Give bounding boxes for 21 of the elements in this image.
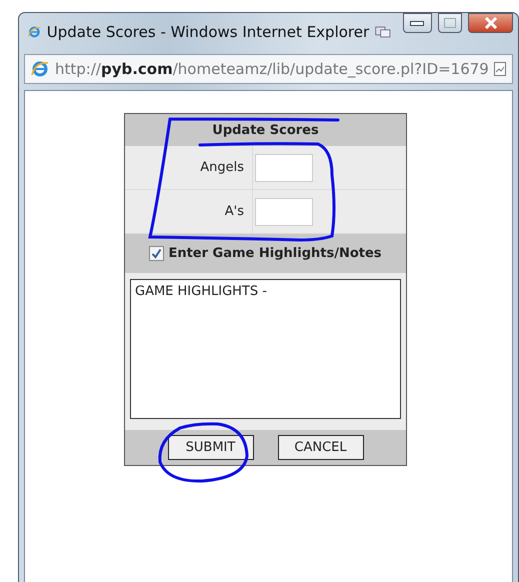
team-label: Angels (200, 160, 245, 175)
notes-field[interactable]: GAME HIGHLIGHTS - (130, 279, 401, 419)
maximize-button[interactable] (438, 13, 462, 33)
maximize-icon (444, 18, 456, 28)
submit-button[interactable]: SUBMIT (168, 435, 254, 460)
window-title: Update Scores - Windows Internet Explorer (46, 23, 370, 41)
close-button[interactable] (468, 13, 513, 33)
minimize-button[interactable] (402, 13, 432, 33)
window-thumbnail-icon (375, 24, 391, 40)
score-field[interactable] (255, 198, 313, 226)
browser-logo-icon (31, 60, 49, 78)
checkbox-label: Enter Game Highlights/Notes (168, 246, 382, 261)
page-icon (494, 62, 506, 76)
address-bar[interactable]: http://pyb.com/hometeamz/lib/update_score.pl?ID=1679 (24, 54, 513, 84)
highlights-checkbox[interactable] (149, 246, 164, 261)
team-label: A's (224, 204, 245, 219)
close-icon (484, 17, 498, 29)
cancel-button[interactable]: CANCEL (278, 435, 364, 460)
form-title: Update Scores (212, 122, 319, 138)
score-field[interactable] (255, 154, 313, 182)
minimize-icon (410, 20, 424, 26)
